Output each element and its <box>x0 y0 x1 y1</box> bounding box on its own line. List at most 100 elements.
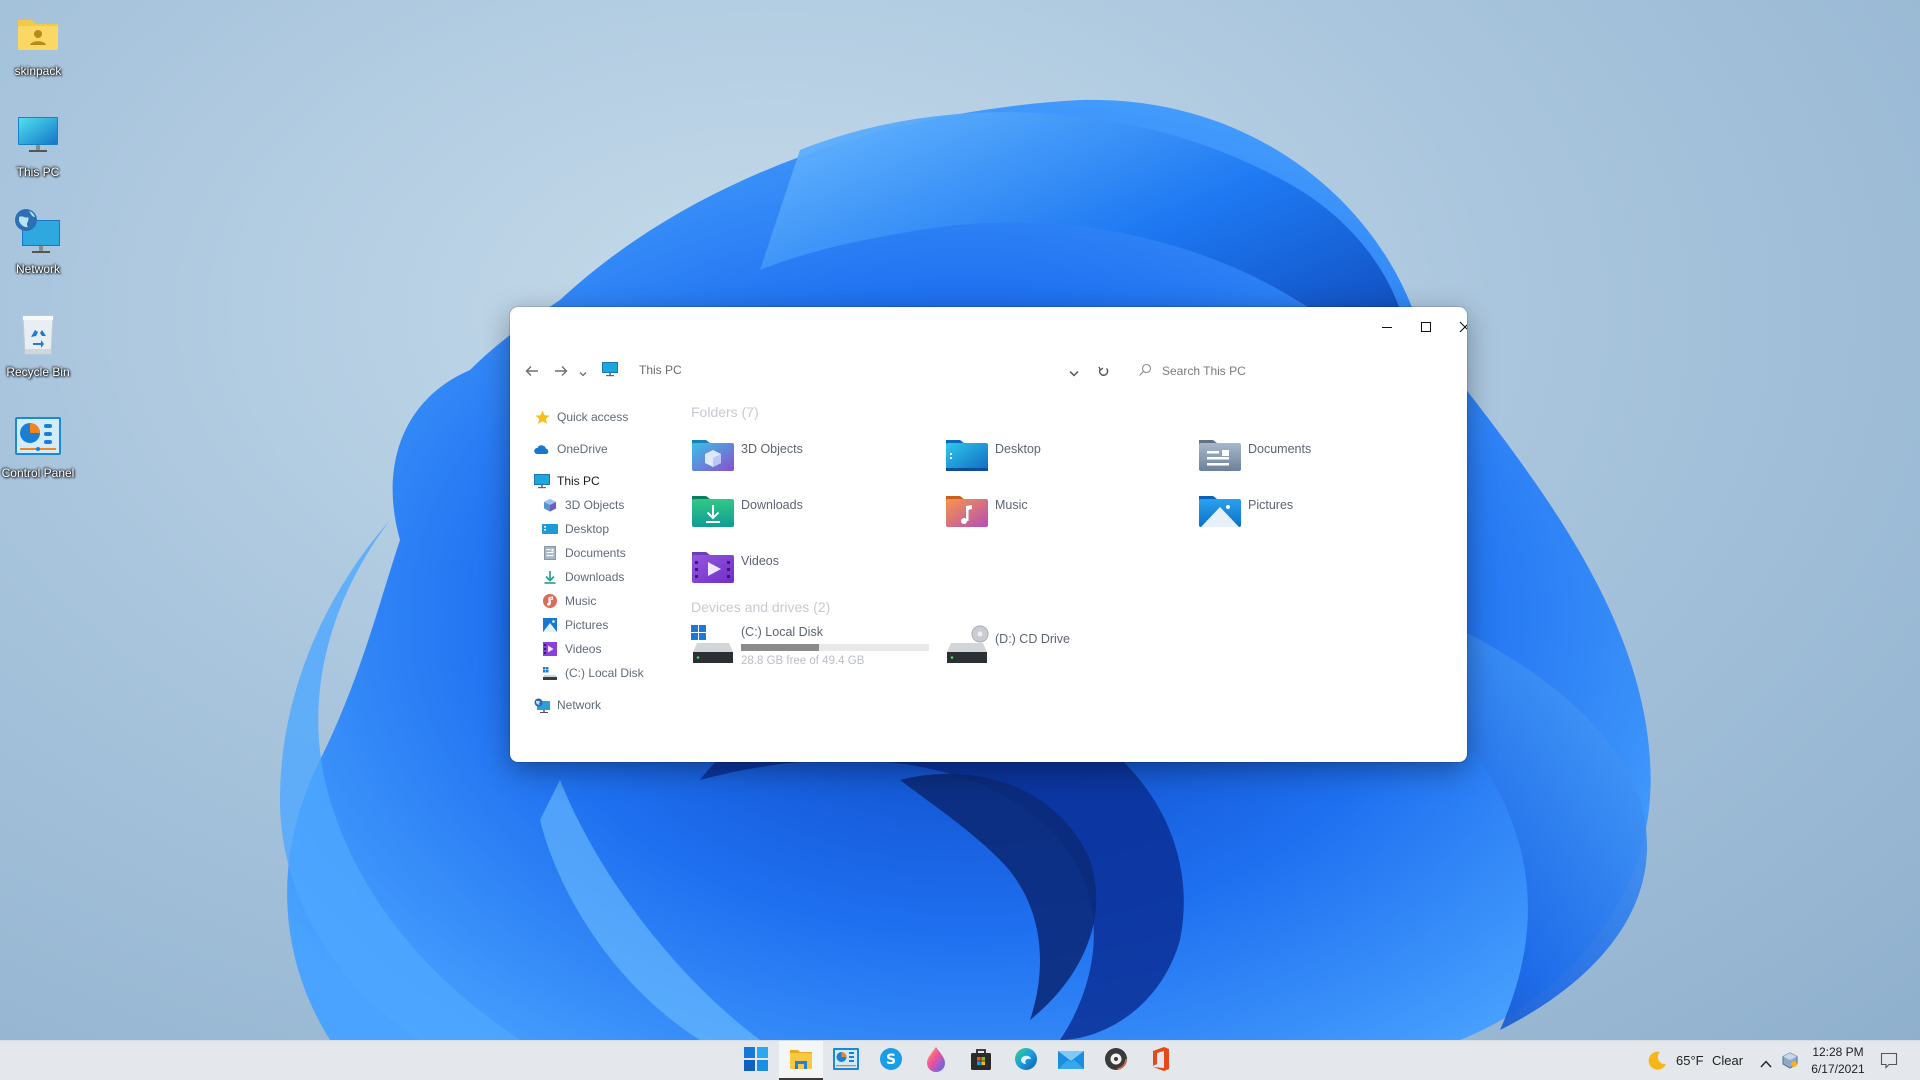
drive-tile-c[interactable]: (C:) Local Disk 28.8 GB free of 49.4 GB <box>691 625 931 675</box>
close-button[interactable] <box>1445 307 1467 347</box>
back-button[interactable] <box>520 359 544 383</box>
navpane-item-local-disk[interactable]: (C:) Local Disk <box>542 662 644 684</box>
download-icon <box>542 569 558 585</box>
drive-usage-bar <box>741 644 929 651</box>
folders-section-header[interactable]: Folders (7) <box>691 404 759 420</box>
maximize-icon <box>1420 321 1432 333</box>
control-panel-icon <box>14 412 62 460</box>
address-bar-path[interactable]: This PC <box>639 363 682 377</box>
navpane-item-quick-access[interactable]: Quick access <box>534 406 628 428</box>
folder-tile-music[interactable]: Music <box>945 492 1185 536</box>
drive-label: (C:) Local Disk <box>741 625 823 639</box>
maximize-button[interactable] <box>1406 307 1446 347</box>
drive-free-space: 28.8 GB free of 49.4 GB <box>741 655 865 667</box>
minimize-icon <box>1381 321 1393 333</box>
folder-tile-videos[interactable]: Videos <box>691 548 931 592</box>
taskbar-file-explorer[interactable] <box>779 1041 823 1080</box>
videos-folder-icon <box>692 552 734 583</box>
refresh-icon <box>1097 362 1109 381</box>
refresh-button[interactable] <box>1091 359 1115 383</box>
document-icon <box>542 545 558 561</box>
navpane-label: (C:) Local Disk <box>565 666 644 680</box>
folder-label: Music <box>995 498 1028 512</box>
folder-tile-pictures[interactable]: Pictures <box>1198 492 1438 536</box>
drive-label: (D:) CD Drive <box>995 632 1070 646</box>
weather-condition[interactable]: Clear <box>1712 1053 1743 1068</box>
taskbar-control-panel[interactable] <box>824 1041 868 1080</box>
taskbar-start-button[interactable] <box>734 1041 778 1080</box>
weather-temperature[interactable]: 65°F <box>1676 1053 1704 1068</box>
notification-center-button[interactable] <box>1880 1052 1898 1074</box>
search-input[interactable] <box>1162 364 1412 378</box>
folder-label: Downloads <box>741 498 803 512</box>
folder-tile-downloads[interactable]: Downloads <box>691 492 931 536</box>
navpane-item-documents[interactable]: Documents <box>542 542 626 564</box>
drive-usage-fill <box>741 644 820 651</box>
forward-button[interactable] <box>549 359 573 383</box>
notification-icon <box>1880 1052 1898 1074</box>
3d-objects-folder-icon <box>692 440 734 471</box>
monitor-icon <box>534 473 550 489</box>
taskbar: S 65°F Clear 12:28 PM 6/17/2021 <box>0 1040 1920 1080</box>
user-folder-icon <box>14 10 62 58</box>
folder-tile-3d-objects[interactable]: 3D Objects <box>691 436 931 480</box>
taskbar-mail[interactable] <box>1049 1041 1093 1080</box>
navpane-item-pictures[interactable]: Pictures <box>542 614 608 636</box>
taskbar-paint[interactable] <box>914 1041 958 1080</box>
pictures-folder-icon <box>1199 496 1241 527</box>
navpane-item-this-pc[interactable]: This PC <box>534 470 600 492</box>
search-box[interactable] <box>1138 359 1438 383</box>
desktop-icon-skinpack[interactable]: skinpack <box>0 10 76 78</box>
minimize-button[interactable] <box>1367 307 1407 347</box>
windows-drive-icon <box>691 625 733 663</box>
picture-icon <box>542 617 558 633</box>
arrow-right-icon <box>554 362 568 381</box>
navigation-bar: This PC <box>510 356 1467 386</box>
svg-text:S: S <box>886 1052 896 1068</box>
taskbar-office[interactable] <box>1139 1041 1183 1080</box>
address-history-button[interactable] <box>1062 359 1086 383</box>
clock-time[interactable]: 12:28 PM <box>1808 1045 1868 1059</box>
navpane-label: This PC <box>557 474 600 488</box>
address-location-icon-wrap <box>598 359 622 383</box>
file-explorer-window: This PC Quick access OneDrive This PC 3D… <box>510 307 1467 762</box>
navpane-item-onedrive[interactable]: OneDrive <box>534 438 608 460</box>
desktop-icon-control-panel[interactable]: Control Panel <box>0 412 76 480</box>
chevron-up-icon <box>1760 1054 1772 1073</box>
file-explorer-icon <box>789 1048 813 1074</box>
navpane-item-network[interactable]: Network <box>534 694 601 716</box>
drive-tile-d[interactable]: (D:) CD Drive <box>945 625 1185 675</box>
navpane-label: Desktop <box>565 522 610 536</box>
desktop-icon-network[interactable]: Network <box>0 208 76 276</box>
virtualbox-tray-icon[interactable] <box>1782 1052 1798 1073</box>
monitor-icon <box>14 111 62 159</box>
taskbar-skype[interactable]: S <box>869 1041 913 1080</box>
navpane-item-videos[interactable]: Videos <box>542 638 601 660</box>
drives-section-header[interactable]: Devices and drives (2) <box>691 599 830 615</box>
taskbar-microsoft-store[interactable] <box>959 1041 1003 1080</box>
taskbar-groove-music[interactable] <box>1094 1041 1138 1080</box>
chevron-down-icon <box>579 362 587 381</box>
show-hidden-icons-button[interactable] <box>1760 1054 1772 1073</box>
desktop-icon-label: This PC <box>16 165 60 179</box>
cloud-icon <box>534 441 550 457</box>
navpane-item-downloads[interactable]: Downloads <box>542 566 624 588</box>
navpane-item-3d-objects[interactable]: 3D Objects <box>542 494 624 516</box>
taskbar-edge[interactable] <box>1004 1041 1048 1080</box>
navpane-item-music[interactable]: Music <box>542 590 596 612</box>
search-icon <box>1138 362 1152 381</box>
navpane-item-desktop[interactable]: Desktop <box>542 518 609 540</box>
drive-icon <box>542 665 558 681</box>
folder-tile-documents[interactable]: Documents <box>1198 436 1438 480</box>
desktop-icon-label: skinpack <box>14 64 62 78</box>
desktop-icon-recycle-bin[interactable]: Recycle Bin <box>0 311 76 379</box>
folder-label: Documents <box>1248 442 1312 456</box>
moon-icon[interactable] <box>1647 1051 1667 1075</box>
recent-locations-button[interactable] <box>576 359 590 383</box>
office-icon <box>1151 1047 1171 1075</box>
video-icon <box>542 641 558 657</box>
folder-tile-desktop[interactable]: Desktop <box>945 436 1185 480</box>
clock-date[interactable]: 6/17/2021 <box>1808 1062 1868 1076</box>
desktop-icon-this-pc[interactable]: This PC <box>0 111 76 179</box>
navpane-label: Documents <box>565 546 626 560</box>
